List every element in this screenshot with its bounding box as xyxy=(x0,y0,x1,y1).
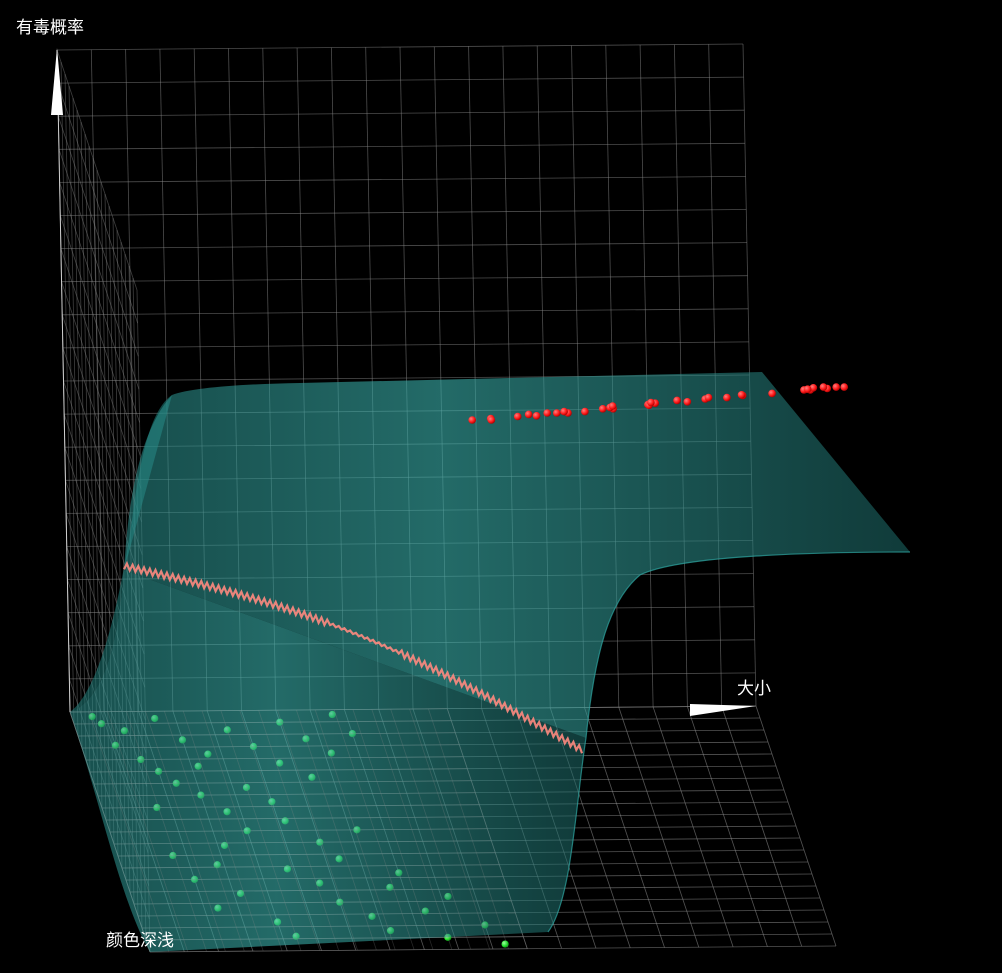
toxic-point xyxy=(598,405,607,413)
y-axis-arrow-icon xyxy=(690,704,756,716)
toxic-point xyxy=(840,383,849,391)
chart-3d: 有毒概率 大小 颜色深浅 xyxy=(16,18,911,953)
toxic-point xyxy=(608,402,617,410)
y-axis xyxy=(690,704,756,716)
x-axis-label: 颜色深浅 xyxy=(106,931,174,951)
toxic-point xyxy=(543,409,551,417)
toxic-point xyxy=(524,410,533,419)
toxic-point xyxy=(560,407,568,416)
y-axis-label: 大小 xyxy=(737,679,771,699)
toxic-point xyxy=(819,383,828,391)
z-axis-label: 有毒概率 xyxy=(16,18,84,38)
left-grid-line xyxy=(57,116,139,357)
toxic-point xyxy=(723,393,731,402)
toxic-point xyxy=(803,385,812,394)
toxic-point xyxy=(647,398,655,407)
toxic-point xyxy=(737,391,746,399)
toxic-point xyxy=(683,398,692,406)
toxic-point xyxy=(532,412,541,420)
toxic-point xyxy=(768,389,776,398)
left-grid-line xyxy=(58,149,140,390)
toxic-point xyxy=(468,416,477,424)
toxic-point xyxy=(553,409,561,417)
toxic-point xyxy=(832,383,841,391)
toxic-point xyxy=(704,393,713,402)
toxic-point xyxy=(581,407,589,416)
toxic-point xyxy=(673,396,681,405)
left-grid-line xyxy=(56,49,138,291)
toxic-point xyxy=(487,416,496,424)
toxic-point xyxy=(513,412,522,421)
left-grid-line xyxy=(57,82,139,324)
